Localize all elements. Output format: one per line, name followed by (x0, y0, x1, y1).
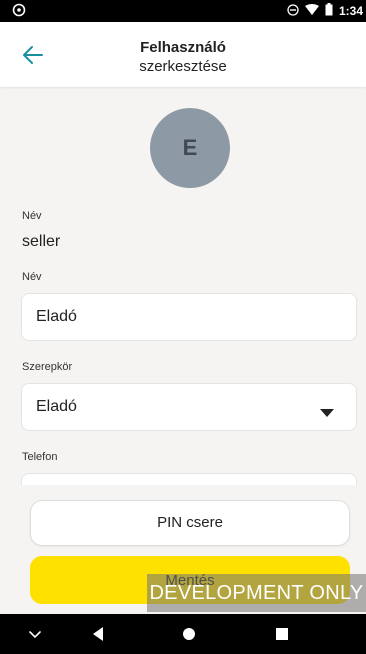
recents-square-icon[interactable] (272, 624, 292, 644)
navigation-bar (0, 614, 366, 654)
avatar: E (150, 108, 230, 188)
name-field-value: Eladó (36, 308, 77, 325)
page-title-line2: szerkesztése (139, 58, 227, 75)
back-triangle-icon[interactable] (88, 624, 108, 644)
role-select[interactable]: Eladó (21, 383, 357, 431)
circle-settings-icon (12, 3, 26, 20)
home-circle-icon[interactable] (179, 624, 199, 644)
status-time: 1:34 (338, 4, 363, 18)
battery-icon (325, 3, 333, 19)
phone-label: Telefon (22, 451, 58, 463)
development-banner: DEVELOPMENT ONLY (147, 574, 366, 612)
chevron-down-icon[interactable] (25, 624, 45, 644)
app-bar: Felhasználó szerkesztése (0, 22, 366, 87)
dropdown-caret-icon (320, 404, 334, 422)
page-title-line1: Felhasználó (140, 39, 226, 56)
do-not-disturb-icon (287, 3, 299, 19)
wifi-icon (304, 3, 319, 19)
role-label: Szerepkör (22, 361, 73, 373)
role-select-value: Eladó (36, 398, 77, 415)
username-label: Név (22, 210, 42, 222)
name-label: Név (22, 271, 42, 283)
change-pin-button[interactable]: PIN csere (30, 500, 350, 546)
name-field[interactable]: Eladó (21, 293, 357, 341)
page-title: Felhasználó szerkesztése (0, 38, 366, 76)
username-value: seller (22, 233, 61, 250)
status-bar: 1:34 (0, 0, 366, 22)
